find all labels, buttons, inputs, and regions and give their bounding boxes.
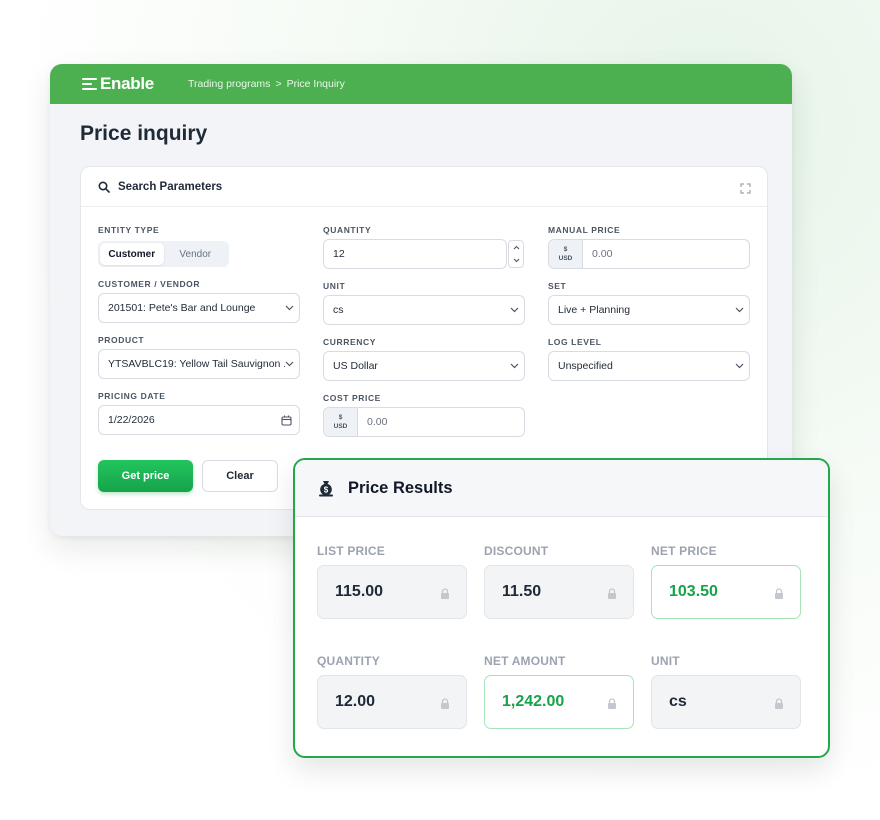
- logo-lines-icon: [82, 78, 97, 90]
- discount-value: 11.50: [502, 583, 542, 600]
- net-amount-label: NET AMOUNT: [484, 654, 566, 668]
- currency-code: USD: [558, 255, 573, 262]
- get-price-button[interactable]: Get price: [98, 460, 193, 492]
- chevron-down-icon: [729, 363, 749, 369]
- list-price-label: LIST PRICE: [317, 544, 386, 558]
- unit-value: cs: [333, 304, 344, 316]
- quantity-result-value: 12.00: [335, 693, 376, 710]
- net-amount-value: 1,242.00: [502, 693, 565, 710]
- customer-vendor-value: 201501: Pete's Bar and Lounge: [108, 302, 256, 314]
- logo-text: Enable: [100, 74, 154, 93]
- pricing-date-input[interactable]: 1/22/2026: [98, 405, 300, 435]
- product-label: PRODUCT: [98, 335, 145, 345]
- breadcrumb-separator: >: [275, 78, 282, 90]
- svg-text:$: $: [324, 486, 329, 495]
- pricing-date-value: 1/22/2026: [108, 414, 155, 426]
- currency-code: USD: [333, 423, 348, 430]
- set-label: SET: [548, 281, 567, 291]
- expand-icon[interactable]: [740, 181, 751, 194]
- cost-price-label: COST PRICE: [323, 393, 381, 403]
- discount-field: 11.50: [484, 565, 634, 619]
- unit-result-field: cs: [651, 675, 801, 729]
- product-select[interactable]: YTSAVBLC19: Yellow Tail Sauvignon ...: [98, 349, 300, 379]
- clear-button[interactable]: Clear: [202, 460, 278, 492]
- lock-icon: [774, 586, 784, 604]
- chevron-up-icon[interactable]: [509, 241, 523, 254]
- money-bag-icon: $: [317, 479, 335, 497]
- log-level-value: Unspecified: [558, 360, 613, 372]
- enable-logo[interactable]: Enable: [82, 74, 154, 94]
- breadcrumb: Trading programs > Price Inquiry: [188, 78, 345, 90]
- lock-icon: [607, 696, 617, 714]
- list-price-field: 115.00: [317, 565, 467, 619]
- lock-icon: [440, 696, 450, 714]
- breadcrumb-trading-programs[interactable]: Trading programs: [188, 78, 270, 90]
- currency-symbol: $: [563, 246, 568, 253]
- unit-result-value: cs: [669, 693, 687, 710]
- unit-result-label: UNIT: [651, 654, 680, 668]
- quantity-input[interactable]: 12: [323, 239, 507, 269]
- list-price-value: 115.00: [335, 583, 384, 600]
- chevron-down-icon: [504, 307, 524, 313]
- entity-type-vendor[interactable]: Vendor: [164, 243, 228, 265]
- currency-select[interactable]: US Dollar: [323, 351, 525, 381]
- chevron-down-icon[interactable]: [509, 254, 523, 267]
- chevron-down-icon: [729, 307, 749, 313]
- log-level-label: LOG LEVEL: [548, 337, 602, 347]
- manual-price-input[interactable]: $ USD 0.00: [548, 239, 750, 269]
- net-price-field: 103.50: [651, 565, 801, 619]
- chevron-down-icon: [279, 361, 299, 367]
- net-price-value: 103.50: [669, 583, 718, 600]
- lock-icon: [607, 586, 617, 604]
- net-amount-field: 1,242.00: [484, 675, 634, 729]
- entity-type-toggle[interactable]: Customer Vendor: [98, 241, 229, 267]
- quantity-result-label: QUANTITY: [317, 654, 380, 668]
- chevron-down-icon: [279, 305, 299, 311]
- price-results-card: $ Price Results LIST PRICE 115.00 DISCOU…: [293, 458, 830, 758]
- quantity-stepper[interactable]: [508, 240, 524, 268]
- price-results-header: $ Price Results: [295, 460, 828, 517]
- customer-vendor-label: CUSTOMER / VENDOR: [98, 279, 201, 289]
- cost-price-input[interactable]: $ USD 0.00: [323, 407, 525, 437]
- breadcrumb-price-inquiry: Price Inquiry: [286, 78, 345, 90]
- set-value: Live + Planning: [558, 304, 631, 316]
- quantity-result-field: 12.00: [317, 675, 467, 729]
- log-level-select[interactable]: Unspecified: [548, 351, 750, 381]
- currency-prefix: $ USD: [324, 408, 358, 436]
- currency-label: CURRENCY: [323, 337, 376, 347]
- pricing-date-label: PRICING DATE: [98, 391, 166, 401]
- cost-price-value: 0.00: [367, 416, 388, 428]
- quantity-value: 12: [333, 248, 345, 260]
- lock-icon: [440, 586, 450, 604]
- chevron-down-icon: [504, 363, 524, 369]
- entity-type-label: ENTITY TYPE: [98, 225, 160, 235]
- currency-symbol: $: [338, 414, 343, 421]
- net-price-label: NET PRICE: [651, 544, 717, 558]
- price-results-title: Price Results: [348, 478, 453, 497]
- currency-value: US Dollar: [333, 360, 378, 372]
- page-title: Price inquiry: [80, 122, 208, 145]
- entity-type-customer[interactable]: Customer: [100, 243, 164, 265]
- customer-vendor-select[interactable]: 201501: Pete's Bar and Lounge: [98, 293, 300, 323]
- currency-prefix: $ USD: [549, 240, 583, 268]
- set-select[interactable]: Live + Planning: [548, 295, 750, 325]
- discount-label: DISCOUNT: [484, 544, 549, 558]
- top-bar: Enable Trading programs > Price Inquiry: [50, 64, 792, 104]
- search-parameters-title: Search Parameters: [118, 180, 223, 193]
- quantity-label: QUANTITY: [323, 225, 372, 235]
- search-parameters-header: Search Parameters: [81, 167, 767, 207]
- calendar-icon[interactable]: [273, 415, 299, 426]
- search-icon: [98, 180, 110, 193]
- unit-select[interactable]: cs: [323, 295, 525, 325]
- product-value: YTSAVBLC19: Yellow Tail Sauvignon ...: [108, 358, 285, 370]
- manual-price-value: 0.00: [592, 248, 613, 260]
- manual-price-label: MANUAL PRICE: [548, 225, 621, 235]
- unit-label: UNIT: [323, 281, 346, 291]
- lock-icon: [774, 696, 784, 714]
